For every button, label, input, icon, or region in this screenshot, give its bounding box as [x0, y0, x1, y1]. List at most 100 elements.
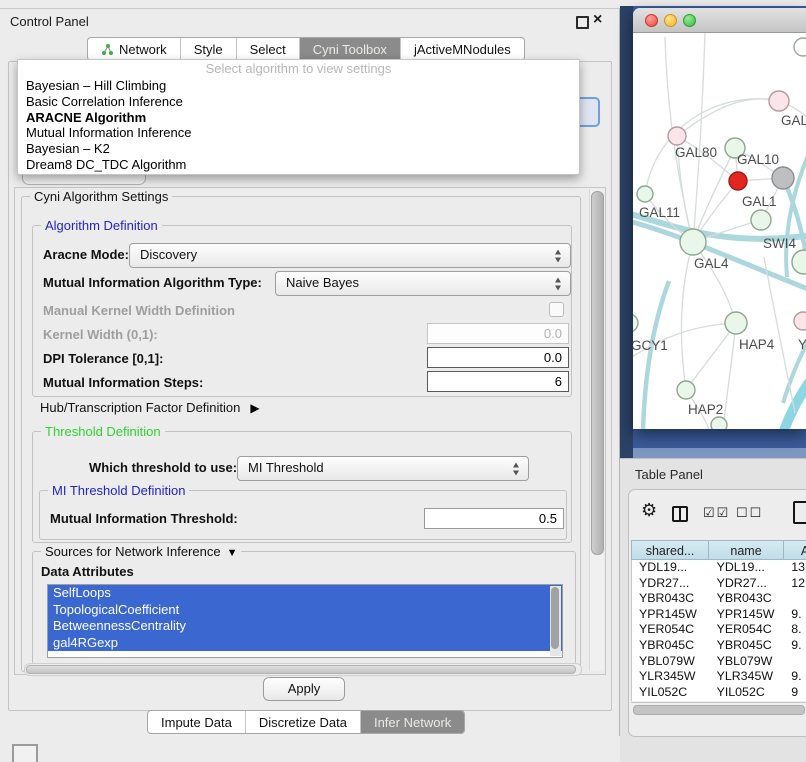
algorithm-option-basic-correlation-inference[interactable]: Basic Correlation Inference	[18, 94, 579, 110]
network-node[interactable]	[711, 417, 727, 429]
attribute-item-betweennesscentrality[interactable]: BetweennessCentrality	[48, 618, 562, 635]
network-node-gal1[interactable]	[751, 210, 771, 230]
mi-steps-field[interactable]: 6	[427, 371, 569, 392]
aracne-mode-combo[interactable]: Discovery	[129, 243, 571, 268]
kernel-width-field[interactable]: 0.0	[427, 323, 569, 344]
select-all-icon[interactable]: ☑☑	[703, 505, 730, 521]
mi-threshold-group: MI Threshold Definition Mutual Informati…	[39, 490, 567, 540]
table-row[interactable]: YBL079WYBL079W	[632, 654, 806, 670]
table-row[interactable]: YBR045CYBR045C9.	[632, 638, 806, 654]
float-panel-icon[interactable]	[576, 16, 589, 29]
mi-steps-label: Mutual Information Steps:	[43, 375, 203, 390]
tab-cyni-toolbox[interactable]: Cyni Toolbox	[299, 38, 400, 60]
horizontal-scrollbar-thumb[interactable]	[26, 665, 576, 674]
table-cell: YLR345W	[632, 669, 710, 685]
list-scrollbar[interactable]	[550, 586, 561, 656]
control-panel-title: Control Panel	[10, 14, 89, 29]
spinner-icon	[555, 249, 562, 262]
data-attributes-label: Data Attributes	[41, 564, 134, 579]
expand-arrow-icon: ▶	[250, 401, 259, 415]
close-traffic-light-icon[interactable]	[645, 14, 658, 27]
document-icon[interactable]	[793, 501, 806, 524]
network-node-hap4[interactable]	[725, 312, 747, 334]
gear-icon[interactable]: ⚙	[641, 500, 657, 521]
network-node[interactable]	[772, 167, 794, 189]
table-cell: YER054C	[632, 622, 710, 638]
table-column-header-name[interactable]: name	[709, 540, 784, 560]
manual-kernel-checkbox[interactable]	[549, 302, 564, 317]
table-row[interactable]: YPR145WYPR145W9.	[632, 607, 806, 623]
minimize-traffic-light-icon[interactable]	[664, 14, 677, 27]
table-row[interactable]: YDR27...YDR27...12	[632, 576, 806, 592]
tab-impute-data[interactable]: Impute Data	[148, 711, 245, 733]
deselect-all-icon[interactable]: ☐☐	[736, 505, 763, 521]
network-node-gal[interactable]	[769, 91, 789, 111]
tab-select[interactable]: Select	[236, 38, 299, 60]
tab-network[interactable]: Network	[88, 38, 180, 60]
dpi-tolerance-label: DPI Tolerance [0,1]:	[43, 351, 163, 366]
table-cell: YLR345W	[710, 669, 785, 685]
table-cell: YDL19...	[710, 560, 785, 576]
network-node[interactable]	[794, 38, 806, 56]
network-node[interactable]	[792, 250, 806, 274]
tab-label: Impute Data	[161, 715, 232, 730]
attribute-item-selfloops[interactable]: SelfLoops	[48, 585, 562, 602]
minimized-panel-icon[interactable]	[12, 744, 38, 762]
scrollbar-thumb[interactable]	[591, 191, 604, 555]
mi-threshold-field[interactable]: 0.5	[424, 508, 564, 529]
mi-type-combo[interactable]: Naive Bayes	[275, 271, 571, 296]
tab-jactivemnodules[interactable]: jActiveMNodules	[400, 38, 524, 60]
network-node[interactable]	[729, 172, 747, 190]
hub-tf-definition-toggle[interactable]: Hub/Transcription Factor Definition▶	[40, 400, 260, 415]
table-scrollbar-thumb[interactable]	[633, 705, 805, 715]
aracne-mode-label: Aracne Mode:	[43, 247, 129, 262]
table-cell: YBR043C	[710, 591, 785, 607]
table-column-header-shared[interactable]: shared...	[631, 540, 709, 560]
network-node-label-hap4: HAP4	[739, 337, 775, 352]
tab-label: Infer Network	[374, 715, 451, 730]
horizontal-scrollbar[interactable]	[24, 663, 582, 676]
network-node-gal4[interactable]	[680, 229, 706, 255]
algorithm-option-bayesian-k2[interactable]: Bayesian – K2	[18, 141, 579, 157]
tab-style[interactable]: Style	[180, 38, 236, 60]
network-node-y[interactable]	[794, 312, 806, 330]
algorithm-option-aracne-algorithm[interactable]: ARACNE Algorithm	[18, 110, 579, 126]
attribute-item-gal4rgexp[interactable]: gal4RGexp	[48, 635, 562, 652]
algorithm-option-bayesian-hill-climbing[interactable]: Bayesian – Hill Climbing	[18, 78, 579, 94]
tab-infer-network[interactable]: Infer Network	[360, 711, 464, 733]
mi-threshold-group-title: MI Threshold Definition	[48, 483, 189, 498]
table-row[interactable]: YLR345WYLR345W9.	[632, 669, 806, 685]
tab-discretize-data[interactable]: Discretize Data	[245, 711, 360, 733]
table-cell: YIL052C	[710, 685, 785, 701]
network-window-titlebar[interactable]	[633, 8, 806, 33]
table-row[interactable]: YDL19...YDL19...13	[632, 560, 806, 576]
which-threshold-combo[interactable]: MI Threshold	[237, 456, 529, 481]
algorithm-definition-group: Algorithm Definition Aracne Mode: Discov…	[32, 225, 572, 397]
network-node-gcy1[interactable]	[633, 314, 638, 332]
table-cell	[784, 654, 806, 670]
network-node-label-gal4: GAL4	[694, 256, 729, 271]
settings-scrollbar[interactable]	[589, 189, 604, 671]
zoom-traffic-light-icon[interactable]	[683, 14, 696, 27]
network-node-gal11[interactable]	[637, 186, 653, 202]
apply-button[interactable]: Apply	[263, 677, 345, 701]
table-row[interactable]: YIL052CYIL052C9	[632, 685, 806, 701]
network-node-hap2[interactable]	[677, 381, 695, 399]
network-canvas[interactable]: GALGAL80GAL10GAL1GAL11GAL4SWI4GCY1HAP4YH…	[633, 33, 806, 429]
dpi-tolerance-field[interactable]: 0.0	[427, 347, 569, 368]
table-row[interactable]: YBR043CYBR043C	[632, 591, 806, 607]
column-layout-icon[interactable]	[672, 506, 688, 522]
table-column-header-a[interactable]: A	[784, 540, 806, 560]
close-icon[interactable]: ×	[593, 10, 602, 30]
algorithm-option-mutual-information-inference[interactable]: Mutual Information Inference	[18, 125, 579, 141]
algorithm-option-dream8-dc-tdc-algorithm[interactable]: Dream8 DC_TDC Algorithm	[18, 157, 579, 173]
list-scrollbar-thumb[interactable]	[551, 587, 559, 649]
table-cell: YBR045C	[710, 638, 785, 654]
table-horizontal-scrollbar[interactable]	[631, 702, 806, 715]
table-row[interactable]: YER054CYER054C8.	[632, 622, 806, 638]
mi-type-value: Naive Bayes	[286, 275, 359, 290]
spinner-icon	[513, 462, 520, 475]
sources-group-title[interactable]: Sources for Network Inference▼	[41, 544, 241, 559]
attribute-item-topologicalcoefficient[interactable]: TopologicalCoefficient	[48, 602, 562, 619]
network-node-gal80[interactable]	[668, 127, 686, 145]
